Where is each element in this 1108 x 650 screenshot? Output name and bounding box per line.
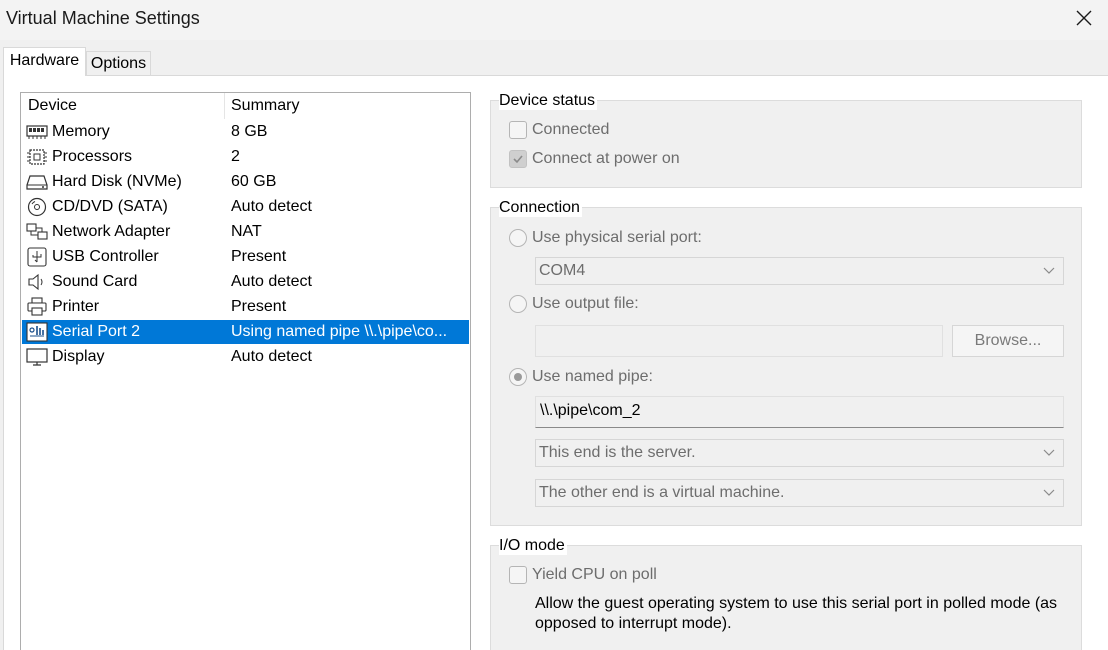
device-row-printer[interactable]: Printer Present [22,295,469,319]
device-name: Printer [52,298,100,315]
physical-serial-port-label: Use physical serial port: [532,229,702,246]
cd-dvd-icon [27,197,47,217]
connected-checkbox[interactable] [509,121,527,139]
other-end-value: The other end is a virtual machine. [539,484,785,501]
device-list[interactable]: Device Summary Memory 8 GB Processors 2 [20,92,471,650]
device-status-title: Device status [499,92,598,110]
device-row-hard-disk[interactable]: Hard Disk (NVMe) 60 GB [22,170,469,194]
device-summary: 2 [231,148,240,165]
named-pipe-radio[interactable] [509,368,527,386]
device-name: Serial Port 2 [52,323,141,340]
device-name: Display [52,348,105,365]
io-mode-title: I/O mode [499,537,567,555]
browse-button[interactable]: Browse... [952,325,1064,357]
speaker-icon [28,273,43,291]
vm-settings-window: Virtual Machine Settings Hardware Option… [0,0,1108,650]
physical-port-value: COM4 [539,262,586,279]
display-icon [26,348,48,366]
device-name: Network Adapter [52,223,171,240]
column-header-device[interactable]: Device [28,97,77,115]
yield-cpu-checkbox[interactable] [509,566,527,584]
device-list-header: Device Summary [21,93,470,119]
this-end-select[interactable]: This end is the server. [535,439,1064,467]
connection-title: Connection [499,199,582,217]
io-mode-description: Allow the guest operating system to use … [535,595,1058,632]
device-summary: Auto detect [231,348,312,365]
device-row-sound-card[interactable]: Sound Card Auto detect [22,270,469,294]
physical-serial-port-radio[interactable] [509,229,527,247]
physical-port-select[interactable]: COM4 [535,257,1064,285]
device-row-display[interactable]: Display Auto detect [22,345,469,369]
device-summary: 8 GB [231,123,268,140]
named-pipe-label: Use named pipe: [532,368,653,385]
network-adapter-icon [26,223,48,240]
checkmark-icon [513,155,523,164]
title-bar: Virtual Machine Settings [0,0,1108,40]
chevron-down-icon [1043,449,1055,456]
device-row-serial-port-2[interactable]: Serial Port 2 Using named pipe \\.\pipe\… [22,320,469,344]
device-row-processors[interactable]: Processors 2 [22,145,469,169]
processor-icon [27,149,47,165]
device-summary: 60 GB [231,173,277,190]
device-name: CD/DVD (SATA) [52,198,168,215]
device-name: Sound Card [52,273,138,290]
usb-icon [27,247,47,267]
serial-port-icon [26,322,48,342]
window-title: Virtual Machine Settings [6,8,200,28]
chevron-down-icon [1043,489,1055,496]
device-name: Processors [52,148,133,165]
tab-options[interactable]: Options [86,51,151,75]
device-summary: Using named pipe \\.\pipe\co... [231,323,448,340]
device-name: USB Controller [52,248,159,265]
device-name: Memory [52,123,110,140]
connected-label: Connected [532,121,610,138]
yield-cpu-label: Yield CPU on poll [532,566,657,583]
device-row-memory[interactable]: Memory 8 GB [22,120,469,144]
memory-icon [26,125,48,139]
this-end-value: This end is the server. [539,444,696,461]
device-row-network-adapter[interactable]: Network Adapter NAT [22,220,469,244]
device-summary: Auto detect [231,198,312,215]
printer-icon [27,297,47,316]
connect-at-power-on-checkbox[interactable] [509,150,527,168]
device-row-cd-dvd[interactable]: CD/DVD (SATA) Auto detect [22,195,469,219]
device-summary: NAT [231,223,262,240]
output-file-label: Use output file: [532,295,639,312]
device-row-usb-controller[interactable]: USB Controller Present [22,245,469,269]
close-button[interactable] [1062,0,1108,36]
other-end-select[interactable]: The other end is a virtual machine. [535,479,1064,507]
named-pipe-value: \\.\pipe\com_2 [540,402,641,419]
column-header-summary[interactable]: Summary [231,97,299,115]
device-summary: Present [231,248,287,265]
device-summary: Auto detect [231,273,312,290]
device-status-group [490,100,1082,188]
device-summary: Present [231,298,287,315]
named-pipe-input[interactable]: \\.\pipe\com_2 [535,396,1064,428]
device-name: Hard Disk (NVMe) [52,173,182,190]
output-file-input[interactable] [535,325,943,357]
column-separator[interactable] [224,93,225,119]
tab-hardware[interactable]: Hardware [3,47,86,76]
hard-disk-icon [26,175,48,190]
connect-at-power-on-label: Connect at power on [532,150,680,167]
output-file-radio[interactable] [509,295,527,313]
close-icon [1076,10,1092,26]
chevron-down-icon [1043,267,1055,274]
